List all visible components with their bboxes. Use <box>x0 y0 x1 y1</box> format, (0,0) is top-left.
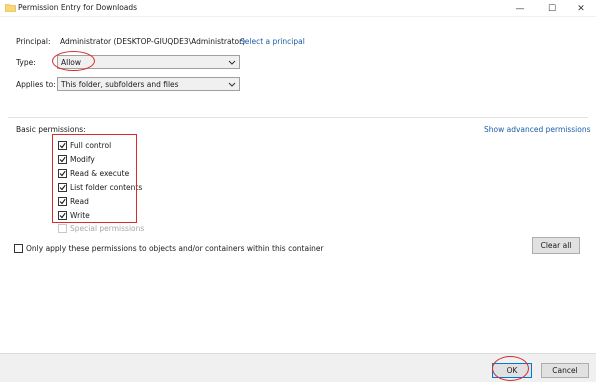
clear-all-label: Clear all <box>540 241 572 250</box>
title-bar: Permission Entry for Downloads — ☐ ✕ <box>0 0 596 17</box>
folder-icon <box>5 4 16 12</box>
type-dropdown[interactable]: Allow <box>57 55 240 69</box>
checkbox-label: Read <box>70 196 89 206</box>
checkbox-label: Read & execute <box>70 168 130 178</box>
section-separator <box>8 117 588 118</box>
permission-full-control[interactable]: Full control <box>58 139 111 151</box>
cancel-label: Cancel <box>552 366 578 375</box>
chevron-down-icon <box>228 60 236 65</box>
basic-permissions-label: Basic permissions: <box>16 125 86 134</box>
checkmark-icon <box>59 198 66 204</box>
chevron-down-icon <box>228 82 236 87</box>
type-dropdown-value: Allow <box>61 57 82 67</box>
checkbox[interactable] <box>58 182 67 192</box>
checkbox[interactable] <box>58 154 67 164</box>
applies-to-label: Applies to: <box>16 80 56 89</box>
checkbox-label: List folder contents <box>70 182 143 192</box>
select-principal-link[interactable]: Select a principal <box>240 37 305 46</box>
checkbox-label: Write <box>70 210 90 220</box>
type-label: Type: <box>16 58 36 67</box>
permission-read-execute[interactable]: Read & execute <box>58 167 129 179</box>
checkmark-icon <box>59 142 66 148</box>
checkbox[interactable] <box>14 243 23 253</box>
maximize-button[interactable]: ☐ <box>538 0 566 17</box>
principal-value: Administrator (DESKTOP-GIUQDE3\Administr… <box>60 37 246 46</box>
show-advanced-permissions-link[interactable]: Show advanced permissions <box>484 125 591 134</box>
cancel-button[interactable]: Cancel <box>541 363 589 378</box>
close-icon: ✕ <box>577 3 585 14</box>
only-apply-option[interactable]: Only apply these permissions to objects … <box>14 242 324 254</box>
checkmark-icon <box>59 212 66 218</box>
ok-button[interactable]: OK <box>492 363 532 378</box>
maximize-icon: ☐ <box>547 3 557 14</box>
ok-label: OK <box>506 366 518 375</box>
permission-list-folder-contents[interactable]: List folder contents <box>58 181 142 193</box>
minimize-button[interactable]: — <box>506 0 534 17</box>
window-title: Permission Entry for Downloads <box>18 3 138 12</box>
checkbox[interactable] <box>58 140 67 150</box>
applies-to-dropdown-value: This folder, subfolders and files <box>61 79 179 89</box>
clear-all-button[interactable]: Clear all <box>532 237 580 254</box>
close-button[interactable]: ✕ <box>567 0 595 17</box>
checkbox-label: Modify <box>70 154 95 164</box>
permission-special: Special permissions <box>58 222 144 234</box>
checkmark-icon <box>59 156 66 162</box>
principal-label: Principal: <box>16 37 51 46</box>
checkbox[interactable] <box>58 168 67 178</box>
permission-write[interactable]: Write <box>58 209 90 221</box>
checkbox[interactable] <box>58 196 67 206</box>
checkbox <box>58 223 67 233</box>
applies-to-dropdown[interactable]: This folder, subfolders and files <box>57 77 240 91</box>
checkmark-icon <box>59 184 66 190</box>
permission-read[interactable]: Read <box>58 195 89 207</box>
minimize-icon: — <box>515 3 525 14</box>
checkbox-label: Special permissions <box>70 223 145 233</box>
checkbox-label: Full control <box>70 140 112 150</box>
checkmark-icon <box>59 170 66 176</box>
checkbox[interactable] <box>58 210 67 220</box>
checkbox-label: Only apply these permissions to objects … <box>26 243 324 253</box>
permission-modify[interactable]: Modify <box>58 153 95 165</box>
